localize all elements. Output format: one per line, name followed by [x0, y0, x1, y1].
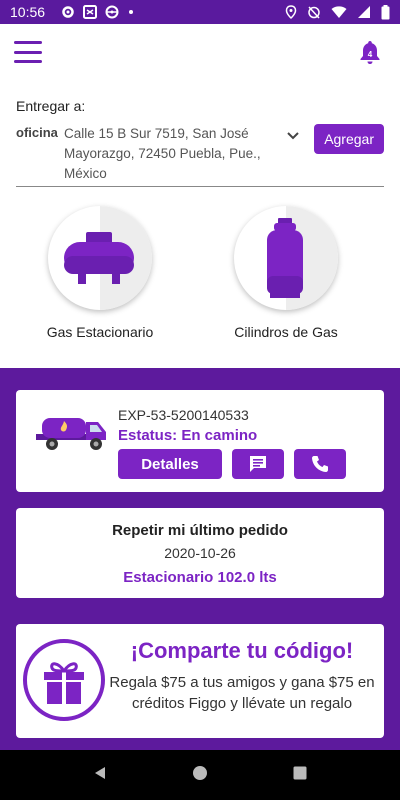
order-status: Estatus: En camino: [118, 427, 258, 444]
product-options: Gas Estacionario Cilindros de Gas: [0, 206, 400, 366]
product-name: Gas Estacionario: [46, 324, 154, 340]
notifications-button[interactable]: 4: [356, 38, 384, 66]
status-bar: 10:56: [0, 0, 400, 24]
product-gas-cylinders[interactable]: Cilindros de Gas: [216, 206, 356, 341]
location-icon: [285, 5, 297, 19]
repeat-item: Estacionario 102.0 lts: [123, 569, 277, 586]
system-nav-bar: [0, 750, 400, 800]
box-icon: [83, 5, 98, 19]
delivery-section: Entregar a: oficina Calle 15 B Sur 7519,…: [16, 98, 384, 184]
home-icon[interactable]: [192, 765, 208, 786]
place-name: oficina: [16, 125, 58, 140]
details-button[interactable]: Detalles: [118, 449, 222, 479]
share-description: Regala $75 a tus amigos y gana $75 en cr…: [109, 674, 375, 712]
app-bar: 4: [0, 24, 400, 80]
product-name: Cilindros de Gas: [234, 324, 338, 340]
battery-icon: [381, 4, 390, 20]
divider: [16, 186, 384, 187]
steering-wheel-icon: [105, 5, 119, 19]
address-selector[interactable]: oficina Calle 15 B Sur 7519, San José Ma…: [16, 124, 384, 184]
active-order-card: EXP-53-5200140533 Estatus: En camino Det…: [16, 390, 384, 492]
stationary-tank-icon: [64, 232, 134, 284]
delivery-label: Entregar a:: [16, 98, 86, 114]
truck-icon: [36, 408, 110, 463]
call-button[interactable]: [294, 449, 346, 479]
add-address-button[interactable]: Agregar: [314, 124, 384, 154]
share-title: ¡Comparte tu código!: [130, 638, 354, 663]
chat-button[interactable]: [232, 449, 284, 479]
share-code-card[interactable]: ¡Comparte tu código! Regala $75 a tus am…: [16, 624, 384, 738]
product-stationary-gas[interactable]: Gas Estacionario: [30, 206, 170, 341]
chat-icon: [250, 456, 266, 472]
wifi-icon: [331, 5, 347, 19]
menu-icon[interactable]: [14, 41, 42, 63]
phone-icon: [312, 456, 328, 472]
dot-icon: [127, 8, 135, 16]
signal-icon: [357, 5, 371, 19]
repeat-title: Repetir mi último pedido: [112, 522, 288, 539]
gas-cylinder-icon: [267, 218, 303, 298]
back-icon[interactable]: [92, 765, 108, 786]
recents-icon[interactable]: [292, 765, 308, 786]
gift-icon: [22, 638, 106, 727]
repeat-order-card[interactable]: Repetir mi último pedido 2020-10-26 Esta…: [16, 508, 384, 598]
settings-icon: [61, 5, 75, 19]
address-text: Calle 15 B Sur 7519, San José Mayorazgo,…: [64, 126, 261, 181]
clock: 10:56: [10, 4, 46, 20]
chevron-down-icon[interactable]: [286, 124, 310, 146]
order-id: EXP-53-5200140533: [118, 407, 249, 423]
repeat-date: 2020-10-26: [164, 545, 236, 561]
alarm-off-icon: [307, 5, 321, 19]
notification-count: 4: [367, 50, 373, 59]
